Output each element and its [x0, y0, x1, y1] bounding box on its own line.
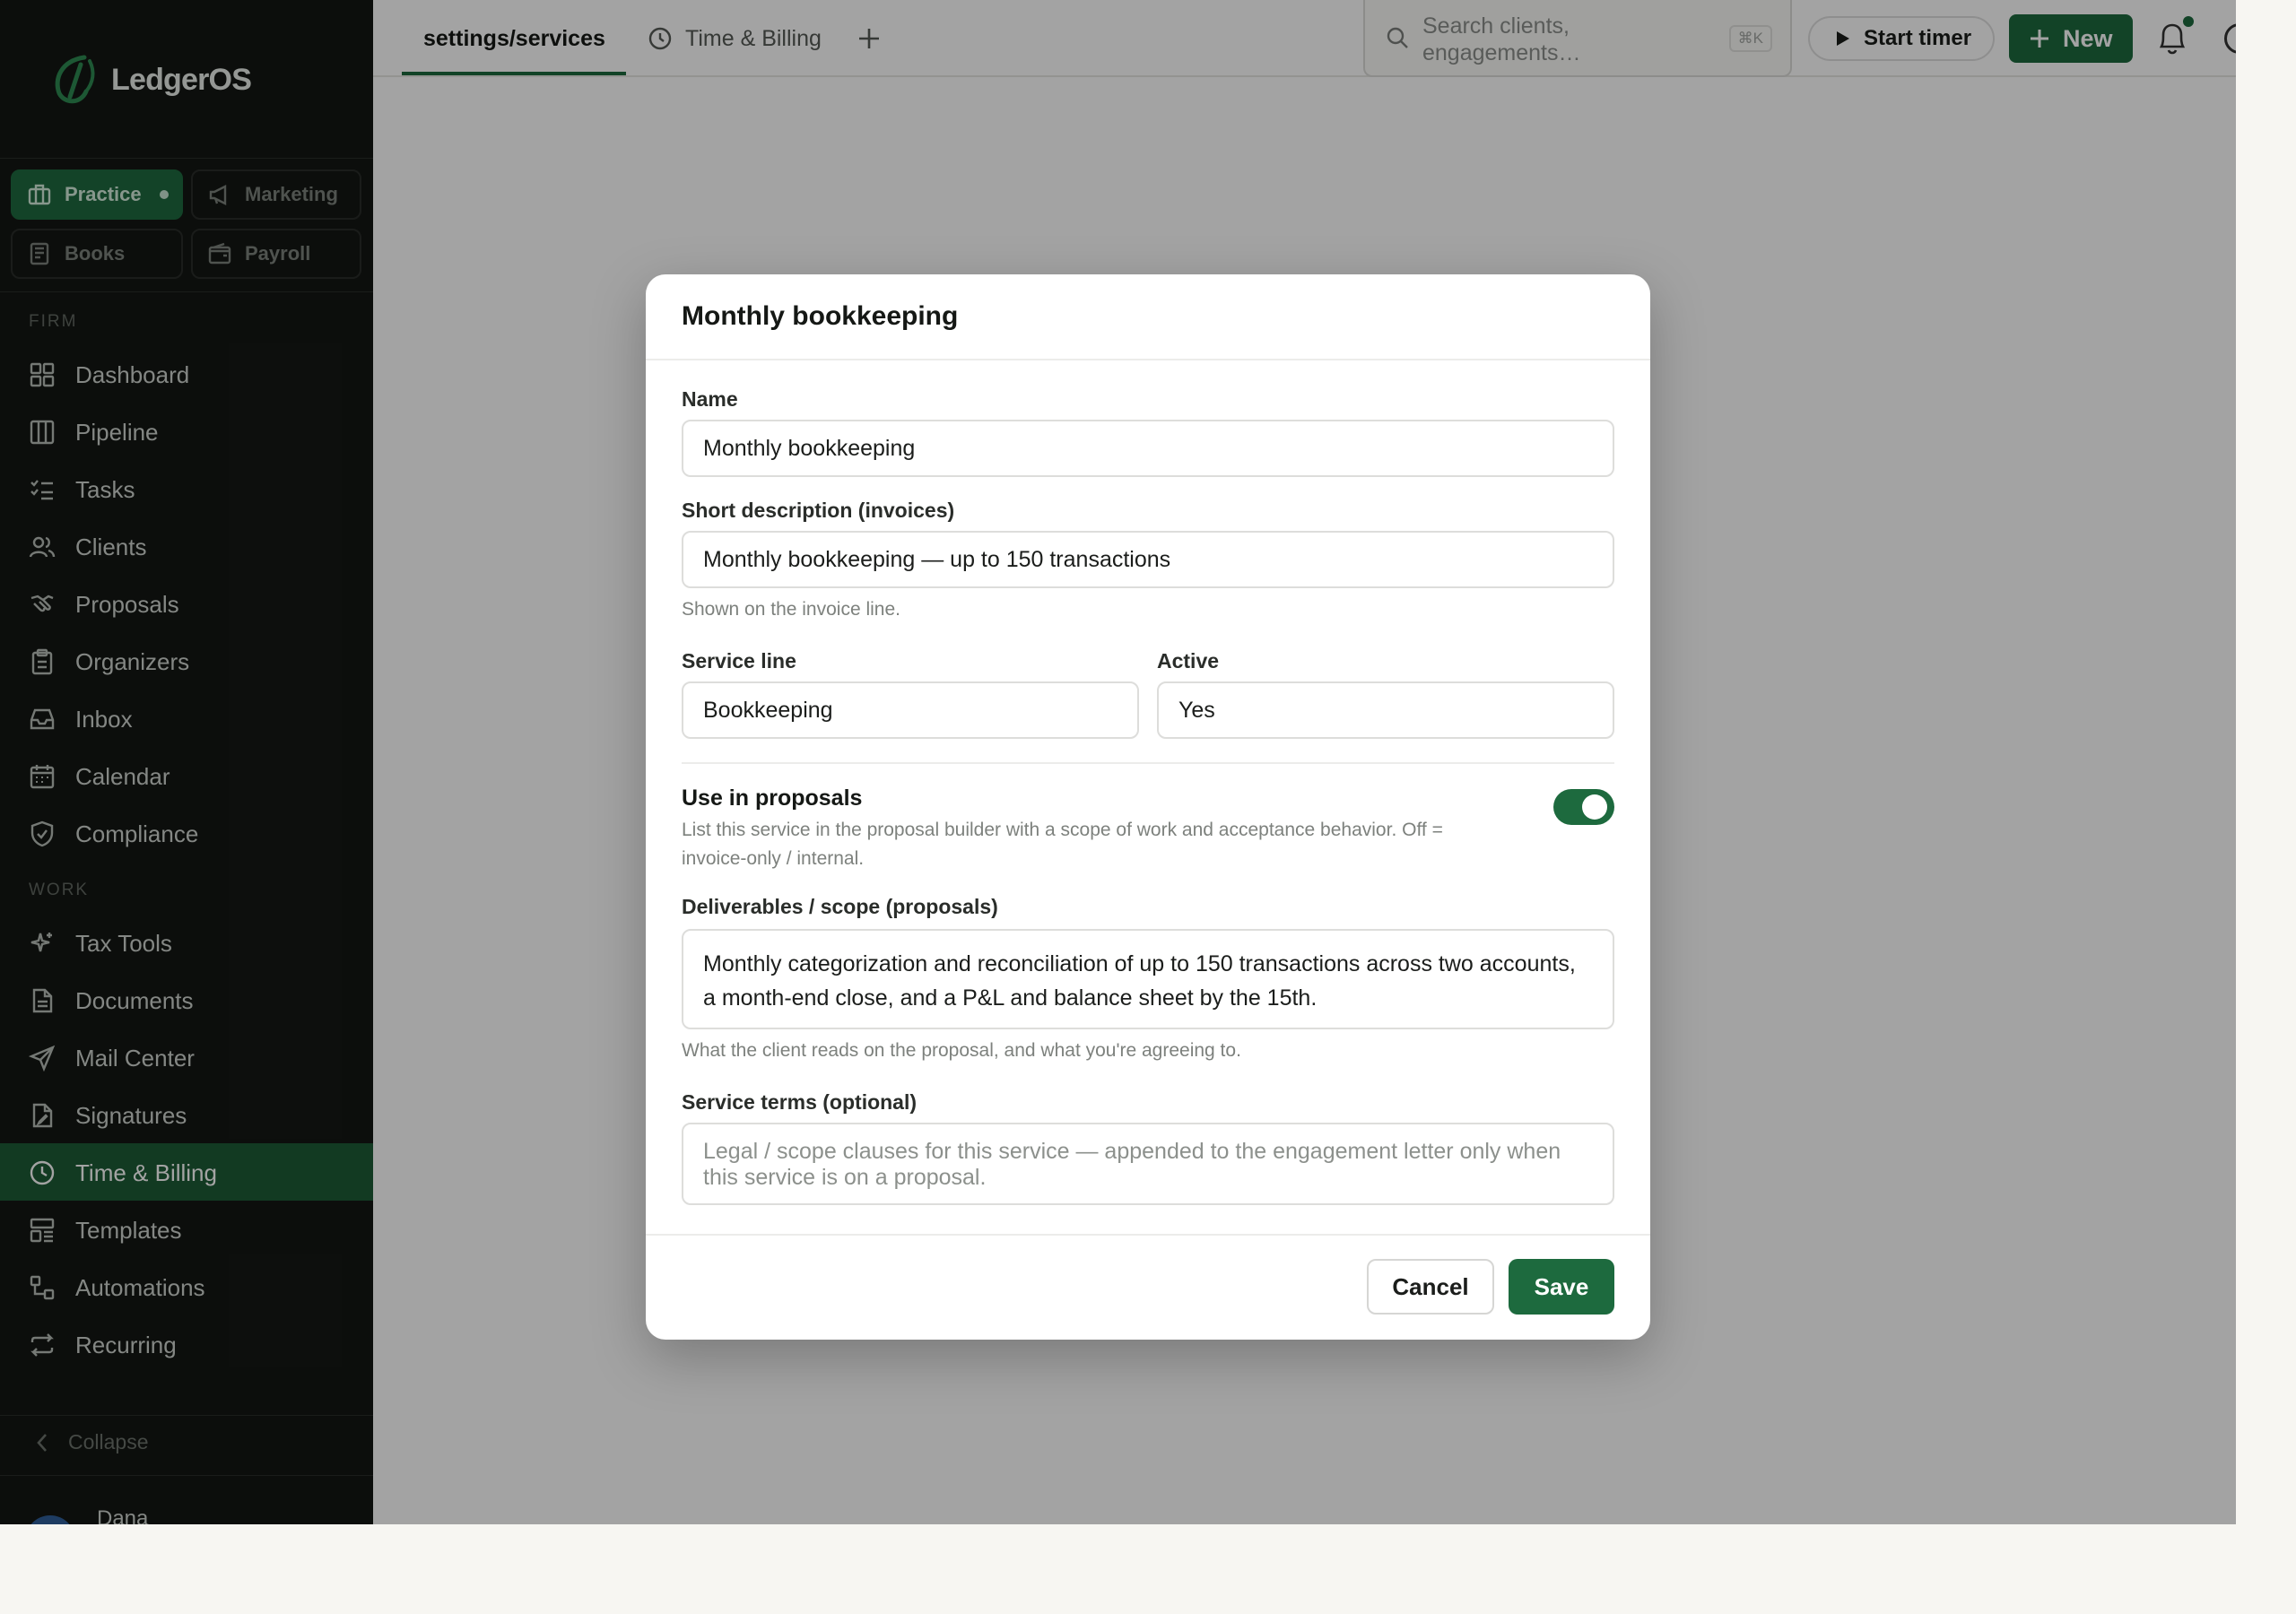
section-divider — [682, 762, 1614, 764]
service-terms-label: Service terms (optional) — [682, 1090, 918, 1114]
active-label: Active — [1157, 649, 1220, 672]
save-button[interactable]: Save — [1509, 1259, 1614, 1315]
name-field-value: Monthly bookkeeping — [703, 435, 916, 461]
service-terms-placeholder: Legal / scope clauses for this service —… — [703, 1139, 1561, 1190]
short-description-hint: Shown on the invoice line. — [682, 599, 900, 620]
toggle-knob — [1582, 794, 1607, 820]
dialog-title: Monthly bookkeeping — [682, 301, 959, 331]
cancel-button[interactable]: Cancel — [1367, 1259, 1494, 1315]
short-description-value: Monthly bookkeeping — up to 150 transact… — [703, 546, 1171, 572]
short-description-label: Short description (invoices) — [682, 499, 955, 522]
service-line-value: Bookkeeping — [703, 697, 833, 723]
service-line-label: Service line — [682, 649, 796, 672]
name-field[interactable]: Monthly bookkeeping — [682, 420, 1614, 477]
deliverables-value: Monthly categorization and reconciliatio… — [703, 951, 1576, 1011]
dialog-header-divider — [646, 359, 1650, 360]
active-select[interactable]: Yes — [1157, 681, 1614, 739]
use-in-proposals-toggle[interactable] — [1553, 789, 1614, 825]
use-in-proposals-description: List this service in the proposal builde… — [682, 820, 1443, 869]
name-label: Name — [682, 387, 738, 411]
deliverables-label: Deliverables / scope (proposals) — [682, 895, 998, 918]
service-line-select[interactable]: Bookkeeping — [682, 681, 1139, 739]
short-description-field[interactable]: Monthly bookkeeping — up to 150 transact… — [682, 531, 1614, 588]
app-window: LedgerOS Practice Marketing Books Payrol… — [0, 0, 2236, 1524]
service-edit-dialog: Monthly bookkeeping Name Monthly bookkee… — [646, 274, 1650, 1340]
use-in-proposals-label: Use in proposals — [682, 785, 863, 811]
save-label: Save — [1534, 1272, 1589, 1300]
deliverables-textarea[interactable]: Monthly categorization and reconciliatio… — [682, 929, 1614, 1029]
service-terms-textarea[interactable]: Legal / scope clauses for this service —… — [682, 1123, 1614, 1205]
cancel-label: Cancel — [1392, 1272, 1469, 1300]
dialog-footer-divider — [646, 1234, 1650, 1236]
active-value: Yes — [1178, 697, 1215, 723]
deliverables-hint: What the client reads on the proposal, a… — [682, 1040, 1241, 1061]
